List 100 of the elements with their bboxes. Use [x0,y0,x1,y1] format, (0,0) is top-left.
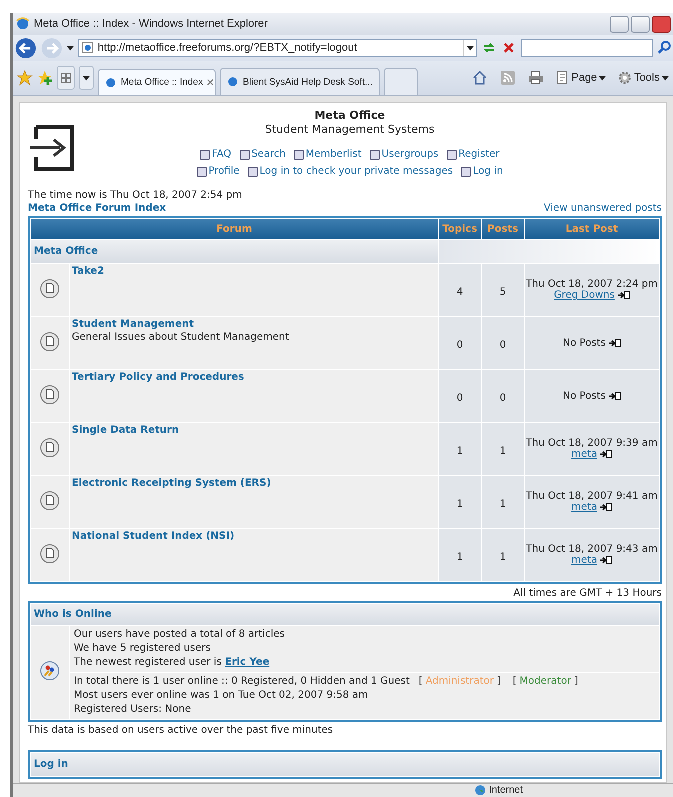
column-header: Topics [439,219,481,239]
caret-icon [466,46,474,50]
nav-link[interactable]: FAQ [200,146,232,163]
author-link[interactable]: Greg Downs [554,290,615,301]
footer-note: This data is based on users active over the past five minutes [28,725,334,736]
forum-link[interactable]: Student Management [72,319,194,330]
category-header[interactable]: Meta Office [31,240,438,263]
bracket: [ [418,676,423,687]
go-to-post-icon[interactable] [600,556,612,565]
unanswered-posts-link[interactable]: View unanswered posts [544,203,662,214]
home-icon[interactable] [472,70,488,86]
section-header: Who is Online [31,604,659,625]
forum-icon [40,490,60,510]
close-tab-icon[interactable] [207,79,214,86]
forum-link[interactable]: Electronic Receipting System (ERS) [72,478,272,489]
nav-link[interactable]: Register [446,146,500,163]
no-posts-text: No Posts [563,338,606,348]
close-button[interactable] [652,16,671,32]
go-to-post-icon[interactable] [600,503,612,512]
go-to-post-icon[interactable] [618,291,630,300]
forum-link[interactable]: National Student Index (NSI) [72,531,235,542]
page-icon [556,71,570,85]
caret-icon [662,76,669,80]
browser-tab[interactable]: Blient SysAid Help Desk Soft... [220,68,380,95]
caret-icon [83,76,90,80]
caret-icon[interactable] [66,46,74,50]
last-post-date: Thu Oct 18, 2007 9:43 am [526,544,658,555]
posts-count: 5 [482,264,524,316]
group-legend-label: Moderator [520,676,572,687]
nav-link[interactable]: Memberlist [294,146,362,163]
users-online-icon [40,661,60,681]
forum-icon [40,332,60,352]
go-to-post-icon[interactable] [608,392,621,400]
forum-link[interactable]: Single Data Return [72,425,180,436]
dropdown-button[interactable] [463,40,476,56]
topics-count: 0 [439,317,481,369]
add-star-icon[interactable] [37,70,53,86]
toolbar-menu-button[interactable]: Tools [618,71,669,85]
current-time-text: The time now is Thu Oct 18, 2007 2:54 pm [28,190,244,201]
nav-link[interactable]: Log in [461,163,504,180]
nav-link[interactable]: Search [240,146,286,163]
toolbar-menu-button[interactable]: Page [556,71,606,85]
security-zone-text: Internet [489,785,523,796]
browser-logo-icon [16,17,30,31]
column-header: Last Post [525,219,659,239]
last-post-date: Thu Oct 18, 2007 2:24 pm [526,279,658,290]
forum-icon [40,384,60,404]
stats-line: Registered Users: None [74,703,192,717]
online-count-line: In total there is 1 user online :: 0 Registered, 0 Hidden and 1 Guest [74,676,410,687]
quick-tabs-button[interactable] [57,66,75,90]
posts-count: 1 [482,476,524,528]
go-to-post-icon[interactable] [608,338,621,348]
go-to-post-icon[interactable] [600,450,612,459]
posts-count: 0 [482,317,524,369]
author-link[interactable]: meta [572,555,598,566]
stats-line: Most users ever online was 1 on Tue Oct 02, 2007 9:58 am [74,689,370,703]
group-legend-label: Administrator [426,676,494,687]
search-field[interactable] [521,39,653,57]
posts-count: 0 [482,370,524,422]
star-icon[interactable] [17,70,33,86]
timezone-note: All times are GMT + 13 Hours [512,588,662,599]
address-text: http://metaoffice.freeforums.org/?EBTX_notify=logout [98,42,358,54]
grid-icon [61,73,71,83]
user-link[interactable]: Eric Yee [225,657,270,668]
topics-count: 1 [439,529,481,581]
forum-link[interactable]: Tertiary Policy and Procedures [72,372,244,383]
caret-icon [599,76,606,80]
tab-list-button[interactable] [79,66,94,90]
last-post-date: Thu Oct 18, 2007 9:39 am [526,438,658,449]
forum-icon [40,544,60,564]
nav-link[interactable]: Profile [196,163,240,180]
site-title: Meta Office [314,109,386,122]
stats-line: The newest registered user is [74,657,222,668]
column-header: Posts [482,219,524,239]
page-icon [82,42,94,54]
column-header: Forum [31,219,438,239]
address-field[interactable]: http://metaoffice.freeforums.org/?EBTX_notify=logout [78,39,478,57]
gear-icon [618,71,632,85]
search-icon[interactable] [657,40,673,56]
nav-link[interactable]: Log in to check your private messages [248,163,454,180]
bracket: ] [496,676,501,687]
stats-line: Our users have posted a total of 8 articles [74,628,286,642]
posts-count: 1 [482,423,524,475]
site-description: Student Management Systems [264,123,436,136]
section-header: Log in [31,753,659,776]
author-link[interactable]: meta [572,449,598,460]
author-link[interactable]: meta [572,502,598,513]
forum-icon [40,438,60,458]
browser-logo-icon [227,76,239,88]
minimize-button[interactable] [610,16,629,32]
bracket: [ [512,676,517,687]
forum-link[interactable]: Take2 [72,266,104,277]
back-button[interactable] [15,36,37,60]
topics-count: 1 [439,476,481,528]
forum-index-link[interactable]: Meta Office Forum Index [28,203,166,214]
nav-link[interactable]: Usergroups [370,146,439,163]
printer-icon[interactable] [528,70,544,86]
last-post-date: Thu Oct 18, 2007 9:41 am [526,491,658,502]
globe-icon [475,785,486,796]
browser-tab[interactable]: Meta Office :: Index [98,69,216,95]
